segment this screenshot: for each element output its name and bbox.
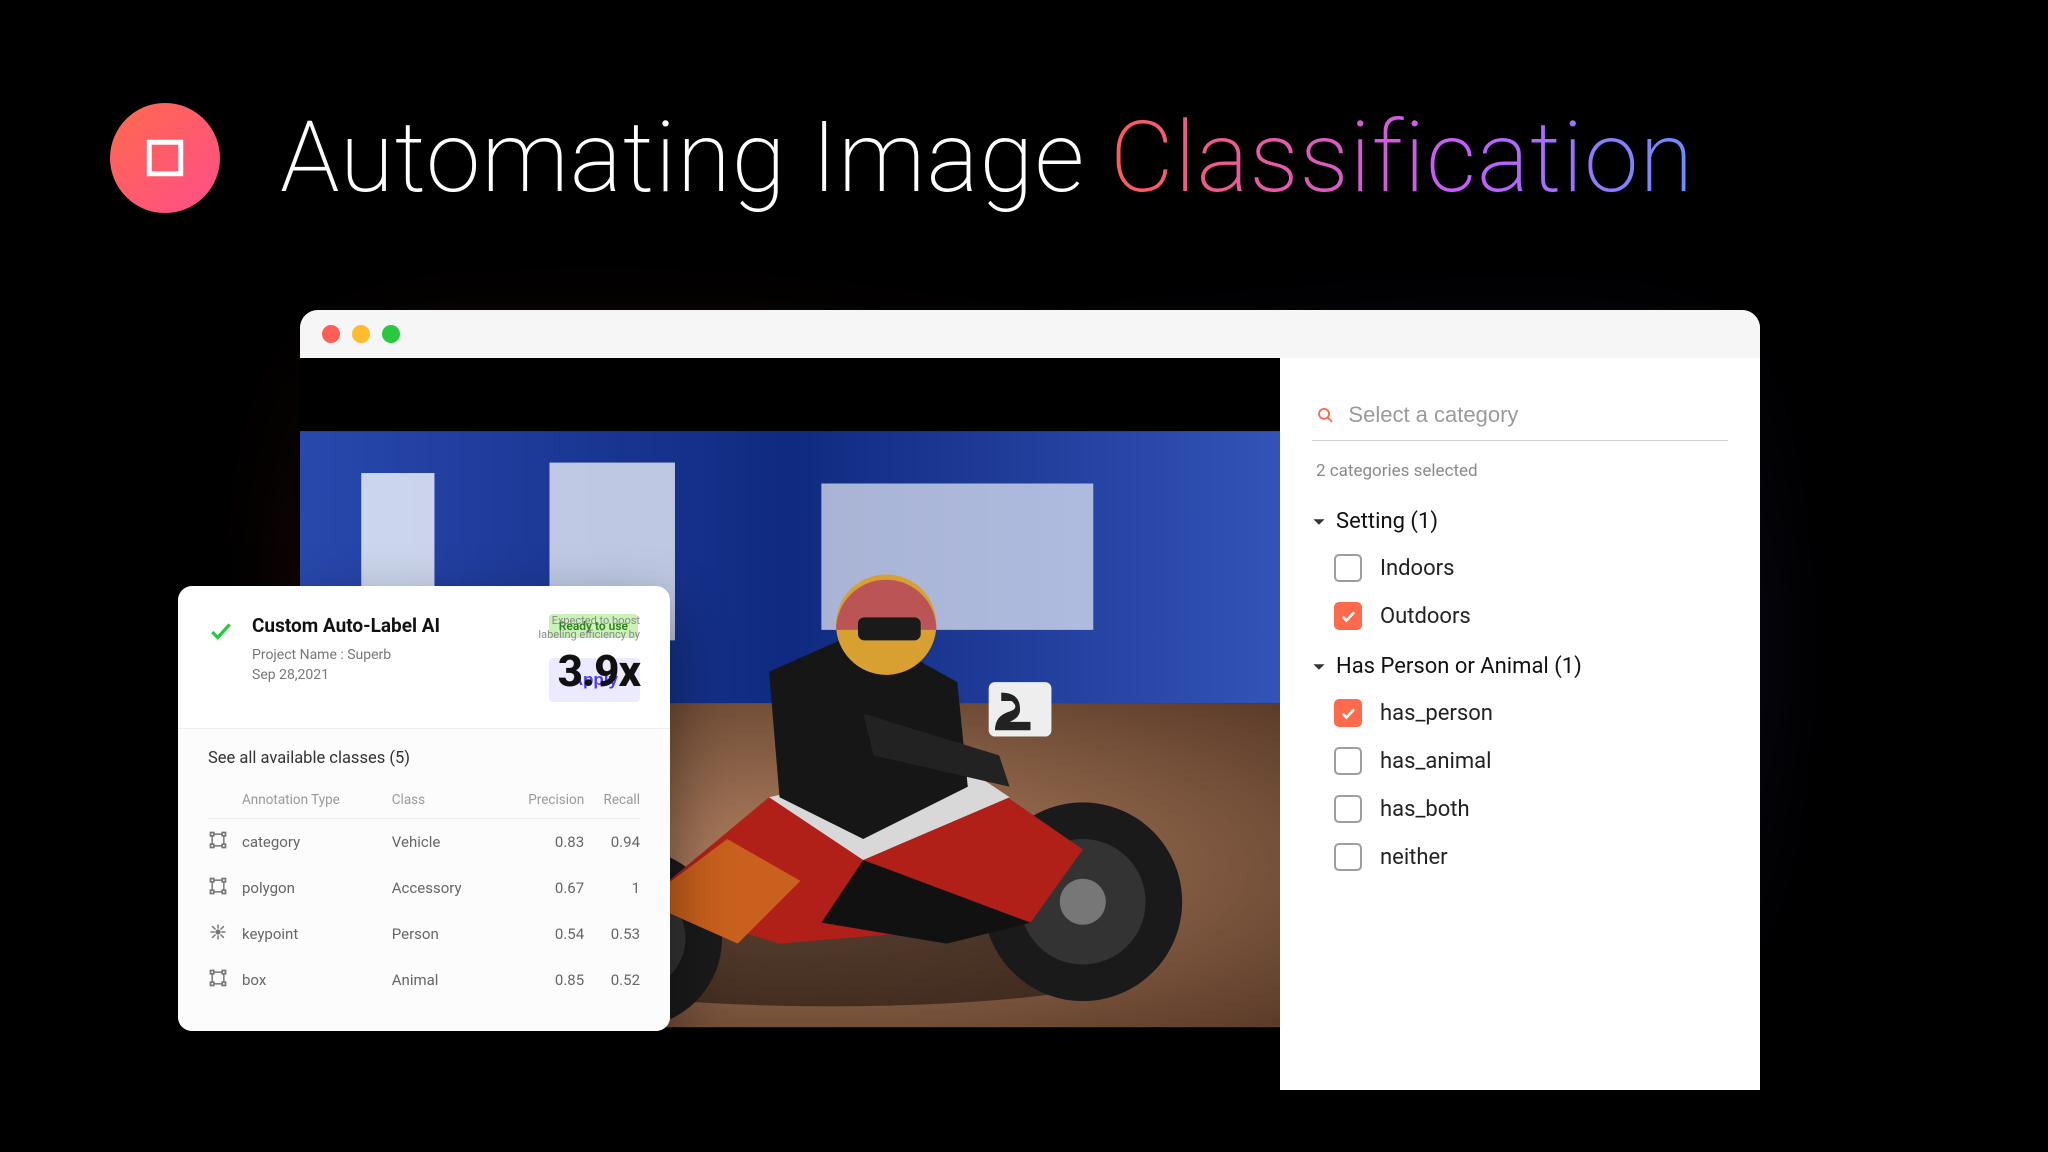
category-search[interactable]: [1312, 396, 1728, 441]
cell-type: box: [242, 957, 392, 1003]
cell-precision: 0.67: [499, 865, 585, 911]
boost-value: 3.9x: [538, 645, 640, 697]
option-label: has_person: [1380, 701, 1493, 726]
group-header[interactable]: Has Person or Animal (1): [1312, 654, 1728, 679]
checkbox[interactable]: [1334, 602, 1362, 630]
brand-logo: [110, 103, 220, 213]
box-icon: [208, 876, 228, 896]
category-option[interactable]: neither: [1332, 833, 1728, 881]
option-label: neither: [1380, 845, 1448, 870]
cell-recall: 0.53: [584, 911, 640, 957]
category-option[interactable]: Outdoors: [1332, 592, 1728, 640]
project-date: Sep 28,2021: [252, 665, 531, 685]
zoom-dot-icon[interactable]: [382, 325, 400, 343]
option-label: Outdoors: [1380, 604, 1471, 629]
option-label: Indoors: [1380, 556, 1454, 581]
caret-down-icon: [1312, 660, 1326, 674]
category-option[interactable]: has_person: [1332, 689, 1728, 737]
table-row: polygonAccessory0.671: [208, 865, 640, 911]
group-name: Has Person or Animal (1): [1336, 654, 1582, 679]
caret-down-icon: [1312, 515, 1326, 529]
cell-recall: 0.52: [584, 957, 640, 1003]
cell-type: category: [242, 819, 392, 866]
col-precision: Precision: [499, 786, 585, 819]
checkbox[interactable]: [1334, 795, 1362, 823]
table-row: categoryVehicle0.830.94: [208, 819, 640, 866]
window-titlebar: [300, 310, 1760, 358]
cell-class: Accessory: [392, 865, 499, 911]
checkbox[interactable]: [1334, 843, 1362, 871]
cell-precision: 0.54: [499, 911, 585, 957]
cell-precision: 0.83: [499, 819, 585, 866]
category-search-input[interactable]: [1348, 402, 1724, 428]
checkbox[interactable]: [1334, 747, 1362, 775]
classes-table: Annotation TypeClassPrecisionRecall cate…: [208, 786, 640, 1003]
option-label: has_both: [1380, 797, 1470, 822]
project-name: Project Name : Superb: [252, 645, 531, 665]
auto-label-card: Custom Auto-Label AI Project Name : Supe…: [178, 586, 670, 1031]
table-row: keypointPerson0.540.53: [208, 911, 640, 957]
category-option[interactable]: has_both: [1332, 785, 1728, 833]
cell-recall: 1: [584, 865, 640, 911]
col-annotation-type: Annotation Type: [242, 786, 392, 819]
cell-class: Person: [392, 911, 499, 957]
search-icon: [1316, 405, 1334, 425]
check-icon: [208, 618, 234, 644]
col-class: Class: [392, 786, 499, 819]
available-classes: See all available classes (5): [208, 749, 640, 768]
selected-count: 2 categories selected: [1316, 461, 1724, 481]
box-icon: [208, 830, 228, 850]
square-icon: [138, 131, 192, 185]
group-header[interactable]: Setting (1): [1312, 509, 1728, 534]
page-title: Automating Image Classification: [280, 100, 1694, 215]
cell-recall: 0.94: [584, 819, 640, 866]
minimize-dot-icon[interactable]: [352, 325, 370, 343]
keypoint-icon: [208, 922, 228, 942]
group-name: Setting (1): [1336, 509, 1438, 534]
cell-type: keypoint: [242, 911, 392, 957]
card-title: Custom Auto-Label AI: [252, 614, 531, 637]
cell-precision: 0.85: [499, 957, 585, 1003]
cell-type: polygon: [242, 865, 392, 911]
category-option[interactable]: Indoors: [1332, 544, 1728, 592]
close-dot-icon[interactable]: [322, 325, 340, 343]
option-label: has_animal: [1380, 749, 1491, 774]
category-panel: 2 categories selected Setting (1) Indoors…: [1280, 358, 1760, 1090]
box-icon: [208, 968, 228, 988]
checkbox[interactable]: [1334, 699, 1362, 727]
col-recall: Recall: [584, 786, 640, 819]
table-row: boxAnimal0.850.52: [208, 957, 640, 1003]
boost-label: Expected to boostlabeling efficiency by: [538, 614, 640, 643]
cell-class: Vehicle: [392, 819, 499, 866]
category-option[interactable]: has_animal: [1332, 737, 1728, 785]
cell-class: Animal: [392, 957, 499, 1003]
checkbox[interactable]: [1334, 554, 1362, 582]
